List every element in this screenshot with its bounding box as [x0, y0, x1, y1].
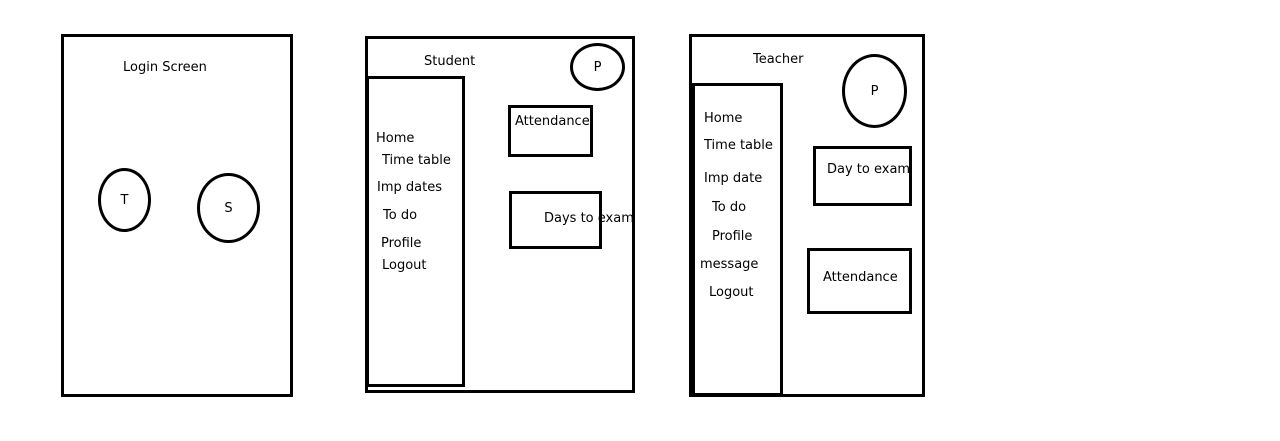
student-menu-time-table[interactable]: Time table [382, 153, 451, 168]
teacher-login-button[interactable]: T [98, 168, 151, 232]
teacher-menu-home[interactable]: Home [704, 111, 742, 126]
teacher-profile-label: P [870, 83, 879, 99]
student-attendance-label: Attendance [515, 114, 590, 129]
teacher-menu-profile[interactable]: Profile [712, 229, 752, 244]
student-menu-profile[interactable]: Profile [381, 236, 421, 251]
teacher-menu-message[interactable]: message [700, 257, 758, 272]
student-profile-label: P [593, 59, 602, 75]
teacher-menu-time-table[interactable]: Time table [704, 138, 773, 153]
teacher-profile-button[interactable]: P [842, 54, 907, 128]
student-login-label: S [224, 200, 233, 216]
teacher-login-label: T [120, 192, 129, 208]
student-menu-imp-dates[interactable]: Imp dates [377, 180, 442, 195]
student-screen-title: Student [424, 54, 476, 69]
teacher-day-to-exam-label: Day to exam [827, 162, 911, 177]
student-menu-home[interactable]: Home [376, 131, 414, 146]
student-attendance-card[interactable] [508, 105, 593, 157]
student-days-to-exam-label: Days to exam [544, 211, 634, 226]
teacher-menu-imp-date[interactable]: Imp date [704, 171, 762, 186]
student-sidebar [366, 76, 465, 387]
teacher-menu-logout[interactable]: Logout [709, 285, 754, 300]
student-menu-logout[interactable]: Logout [382, 258, 427, 273]
student-profile-button[interactable]: P [570, 43, 625, 91]
login-screen-title: Login Screen [123, 60, 207, 75]
teacher-screen-title: Teacher [753, 52, 804, 67]
student-login-button[interactable]: S [197, 173, 260, 243]
teacher-menu-to-do[interactable]: To do [712, 200, 746, 215]
teacher-attendance-label: Attendance [823, 270, 898, 285]
student-menu-to-do[interactable]: To do [383, 208, 417, 223]
